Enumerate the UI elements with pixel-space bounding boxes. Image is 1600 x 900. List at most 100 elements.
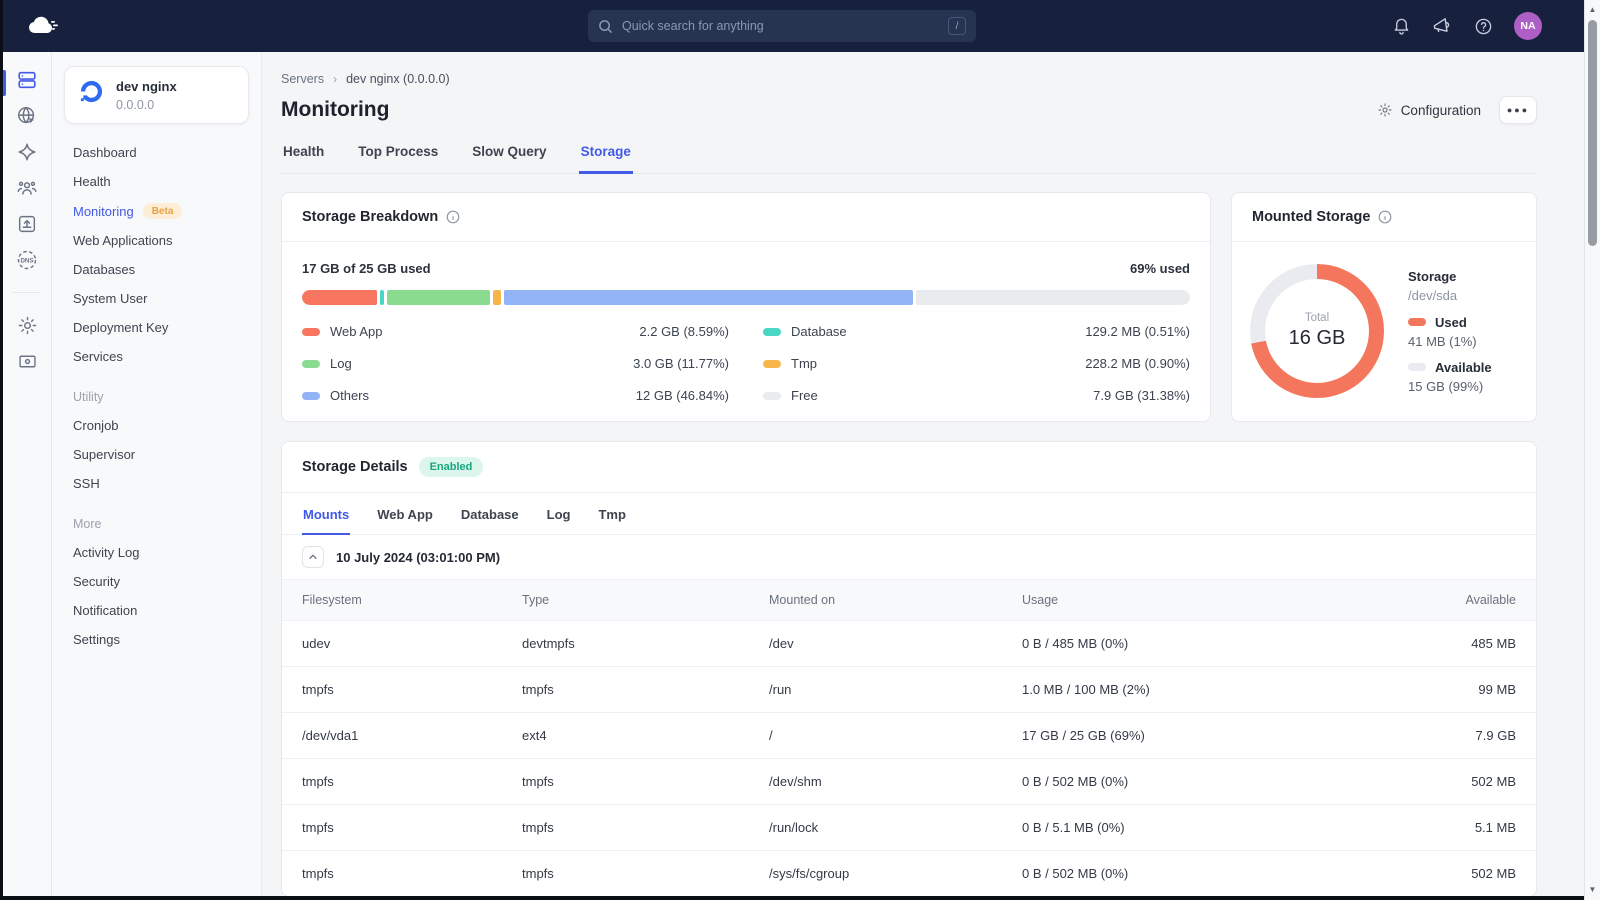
tab-storage[interactable]: Storage [579,138,633,174]
tab-log[interactable]: Log [546,493,572,535]
configuration-label: Configuration [1401,103,1481,118]
scrollbar-up-arrow[interactable]: ▲ [1585,5,1600,14]
search-shortcut-badge: / [948,17,966,35]
cell-mounted-on: / [769,713,1022,759]
table-header-row: Filesystem Type Mounted on Usage Availab… [282,580,1536,621]
breadcrumb: Servers › dev nginx (0.0.0.0) [281,72,1537,86]
legend-label: Others [330,388,369,403]
scrollbar-thumb[interactable] [1588,20,1597,246]
legend-value: 2.2 GB (8.59%) [639,324,729,339]
main-content: Servers › dev nginx (0.0.0.0) Monitoring… [262,52,1584,896]
sidebar-item-services[interactable]: Services [64,342,249,371]
sidebar-item-supervisor[interactable]: Supervisor [64,440,249,469]
tab-top-process[interactable]: Top Process [356,138,440,174]
sidebar-item-health[interactable]: Health [64,167,249,196]
cell-mounted-on: /dev/shm [769,759,1022,805]
device-path: /dev/sda [1408,288,1492,303]
storage-details-tabs: Mounts Web App Database Log Tmp [282,493,1536,535]
user-avatar[interactable]: NA [1514,12,1542,40]
tab-slow-query[interactable]: Slow Query [470,138,548,174]
bar-segment-database [380,290,384,305]
sidebar-item-cronjob[interactable]: Cronjob [64,411,249,440]
cell-usage: 0 B / 502 MB (0%) [1022,759,1353,805]
tab-health[interactable]: Health [281,138,326,174]
rail-divider [13,292,41,293]
tab-tmp[interactable]: Tmp [597,493,626,535]
servers-icon[interactable] [12,68,42,92]
cell-usage: 17 GB / 25 GB (69%) [1022,713,1353,759]
storage-breakdown-bar [302,290,1190,305]
sidebar-item-security[interactable]: Security [64,567,249,596]
server-sidebar: dev nginx 0.0.0.0 Dashboard Health Monit… [52,52,262,896]
bar-segment-log [387,290,490,305]
sidebar-item-system-user[interactable]: System User [64,284,249,313]
scrollbar-down-arrow[interactable]: ▼ [1585,885,1600,894]
sidebar-item-dashboard[interactable]: Dashboard [64,138,249,167]
available-label: Available [1435,360,1492,375]
col-type: Type [522,580,769,621]
announcements-megaphone-icon[interactable] [1432,16,1452,36]
sidebar-item-label: SSH [73,476,100,491]
tab-mounts[interactable]: Mounts [302,493,350,535]
chevron-right-icon: › [333,72,337,86]
breadcrumb-servers[interactable]: Servers [281,72,324,86]
tab-web-app[interactable]: Web App [376,493,434,535]
table-row: udev devtmpfs /dev 0 B / 485 MB (0%) 485… [282,621,1536,667]
page-title: Monitoring [281,98,389,122]
cloud-logo-icon[interactable] [25,14,61,38]
settings-gear-icon[interactable] [12,313,42,337]
breadcrumb-current: dev nginx (0.0.0.0) [346,72,450,86]
chevron-up-icon [308,552,318,562]
snapshot-timestamp: 10 July 2024 (03:01:00 PM) [336,550,500,565]
sidebar-item-web-applications[interactable]: Web Applications [64,226,249,255]
sidebar-item-label: Services [73,349,123,364]
vertical-scrollbar[interactable]: ▲ ▼ [1584,0,1600,900]
web-apps-globe-icon[interactable] [12,104,42,128]
legend-item-web-app: Web App 2.2 GB (8.59%) [302,324,729,339]
sparkle-icon[interactable] [12,140,42,164]
cell-usage: 1.0 MB / 100 MB (2%) [1022,667,1353,713]
team-icon[interactable] [12,176,42,200]
legend-label: Web App [330,324,383,339]
cell-mounted-on: /run [769,667,1022,713]
help-icon[interactable] [1473,16,1493,36]
sidebar-item-label: Notification [73,603,137,618]
legend-item-log: Log 3.0 GB (11.77%) [302,356,729,371]
cell-available: 485 MB [1353,621,1536,667]
sidebar-section-utility: Utility [64,383,249,411]
cell-usage: 0 B / 485 MB (0%) [1022,621,1353,667]
sidebar-item-notification[interactable]: Notification [64,596,249,625]
cell-mounted-on: /dev [769,621,1022,667]
bar-segment-tmp [493,290,501,305]
sidebar-item-label: Security [73,574,120,589]
more-options-button[interactable]: ●●● [1499,96,1537,124]
server-selector-card[interactable]: dev nginx 0.0.0.0 [64,66,249,124]
cell-type: tmpfs [522,851,769,897]
info-icon[interactable] [446,210,460,224]
sidebar-item-monitoring[interactable]: Monitoring Beta [64,196,249,226]
notifications-bell-icon[interactable] [1391,16,1411,36]
configuration-button[interactable]: Configuration [1377,102,1481,118]
collapse-button[interactable] [302,546,324,568]
deployments-box-icon[interactable] [12,212,42,236]
sidebar-item-deployment-key[interactable]: Deployment Key [64,313,249,342]
legend-label: Tmp [791,356,817,371]
sidebar-item-label: Health [73,174,111,189]
search-input[interactable] [622,19,948,33]
archive-icon[interactable] [12,349,42,373]
sidebar-item-label: System User [73,291,147,306]
gear-icon [1377,102,1393,118]
cell-mounted-on: /sys/fs/cgroup [769,851,1022,897]
sidebar-item-ssh[interactable]: SSH [64,469,249,498]
device-label: Storage [1408,269,1492,284]
sidebar-item-label: Cronjob [73,418,119,433]
legend-value: 7.9 GB (31.38%) [1093,388,1190,403]
cell-usage: 0 B / 502 MB (0%) [1022,851,1353,897]
sidebar-item-databases[interactable]: Databases [64,255,249,284]
cell-filesystem: tmpfs [282,759,522,805]
sidebar-item-settings[interactable]: Settings [64,625,249,654]
sidebar-item-activity-log[interactable]: Activity Log [64,538,249,567]
info-icon[interactable] [1378,210,1392,224]
dns-icon[interactable]: DNS [12,248,42,272]
tab-database[interactable]: Database [460,493,520,535]
